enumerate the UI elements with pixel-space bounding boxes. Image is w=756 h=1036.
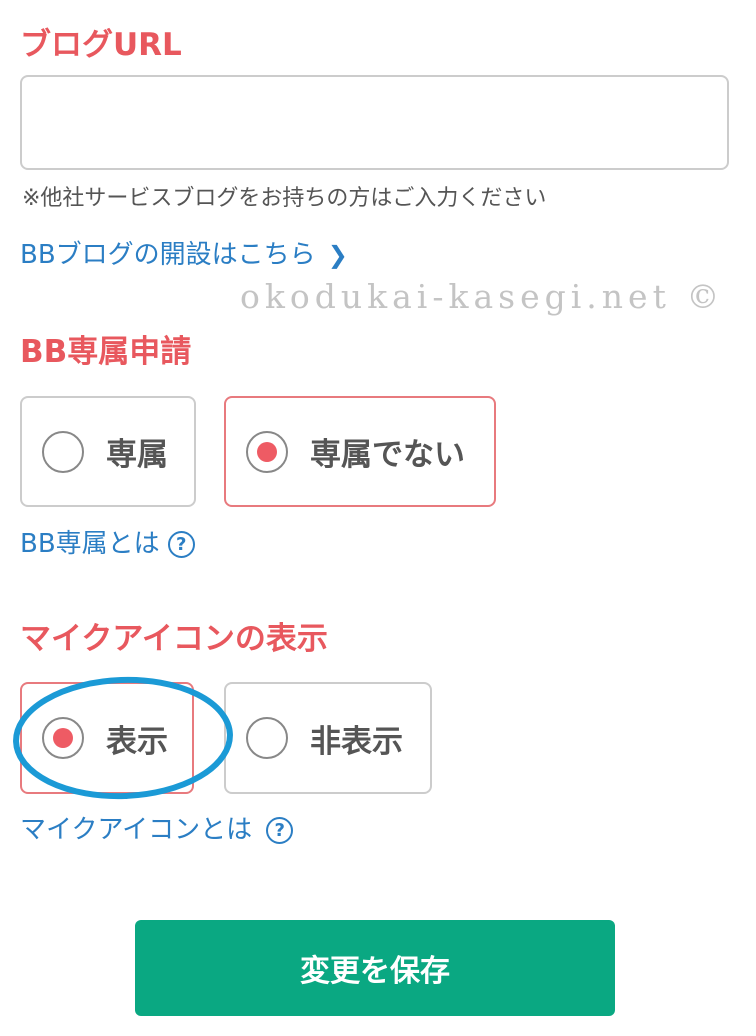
mic-icon-option-show[interactable]: 表示 <box>20 682 194 794</box>
blog-url-note: ※他社サービスブログをお持ちの方はご入力ください <box>22 186 547 211</box>
mic-icon-title: マイクアイコンの表示 <box>20 621 328 657</box>
radio-unselected-icon <box>246 717 288 759</box>
mic-icon-help-link[interactable]: マイクアイコンとは ? <box>20 815 294 846</box>
exclusive-help-label: BB専属とは <box>20 529 160 559</box>
mic-icon-option-show-label: 表示 <box>106 723 168 760</box>
exclusive-option-yes[interactable]: 専属 <box>20 396 196 507</box>
question-circle-icon: ? <box>167 531 195 559</box>
radio-selected-icon <box>42 717 84 759</box>
exclusive-help-link[interactable]: BB専属とは ? <box>20 529 195 560</box>
exclusive-option-no[interactable]: 専属でない <box>224 396 496 507</box>
exclusive-option-yes-label: 専属 <box>106 437 168 473</box>
mic-icon-help-label: マイクアイコンとは <box>20 815 253 845</box>
open-bb-blog-link-label: BBブログの開設はこちら <box>20 240 316 270</box>
exclusive-title: BB専属申請 <box>20 334 192 370</box>
blog-url-title: ブログURL <box>20 27 182 63</box>
mic-icon-option-hide-label: 非表示 <box>310 723 403 760</box>
chevron-right-icon: ❯ <box>327 241 348 270</box>
question-circle-icon: ? <box>266 817 294 845</box>
save-button[interactable]: 変更を保存 <box>135 920 615 1016</box>
radio-unselected-icon <box>42 430 84 473</box>
exclusive-option-no-label: 専属でない <box>310 437 465 473</box>
blog-url-input[interactable] <box>20 75 729 170</box>
radio-selected-icon <box>246 430 288 473</box>
open-bb-blog-link[interactable]: BBブログの開設はこちら ❯ <box>20 240 348 271</box>
mic-icon-option-hide[interactable]: 非表示 <box>224 682 432 794</box>
watermark: okodukai-kasegi.net © <box>240 277 725 316</box>
